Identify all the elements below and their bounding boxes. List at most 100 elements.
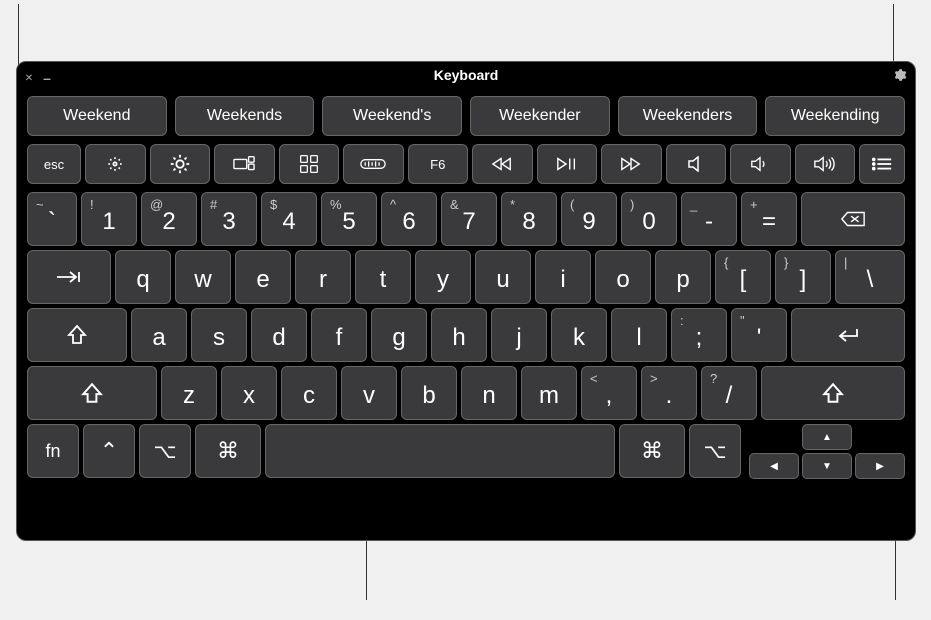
backspace-icon	[840, 210, 866, 228]
list-icon	[871, 156, 893, 172]
digit-1-key[interactable]: !1	[81, 192, 137, 246]
arrow-right-key[interactable]: ▶	[855, 453, 905, 479]
tab-key[interactable]	[27, 250, 111, 304]
option-right-key[interactable]: ⌥	[689, 424, 741, 478]
digit-3-key[interactable]: #3	[201, 192, 257, 246]
bracket-right-key[interactable]: }]	[775, 250, 831, 304]
k-key[interactable]: k	[551, 308, 607, 362]
brightness-down-key[interactable]	[85, 144, 146, 184]
suggestion-item[interactable]: Weekending	[765, 96, 905, 136]
i-key[interactable]: i	[535, 250, 591, 304]
digit-6-key[interactable]: ^6	[381, 192, 437, 246]
digit-4-key[interactable]: $4	[261, 192, 317, 246]
brightness-up-key[interactable]	[150, 144, 211, 184]
shift-left-key[interactable]	[27, 366, 157, 420]
j-key[interactable]: j	[491, 308, 547, 362]
comma-key[interactable]: <,	[581, 366, 637, 420]
n-key[interactable]: n	[461, 366, 517, 420]
dictation-key[interactable]	[343, 144, 404, 184]
t-key[interactable]: t	[355, 250, 411, 304]
d-key[interactable]: d	[251, 308, 307, 362]
digit-2-key[interactable]: @2	[141, 192, 197, 246]
z-key[interactable]: z	[161, 366, 217, 420]
shift-icon	[81, 382, 103, 404]
s-key[interactable]: s	[191, 308, 247, 362]
f6-key[interactable]: F6	[408, 144, 469, 184]
dictation-icon	[360, 156, 386, 172]
q-key[interactable]: q	[115, 250, 171, 304]
option-left-key[interactable]: ⌥	[139, 424, 191, 478]
g-key[interactable]: g	[371, 308, 427, 362]
r-key[interactable]: r	[295, 250, 351, 304]
number-row: ~` !1 @2 #3 $4 %5 ^6 &7 *8 (9 )0 _- +=	[27, 192, 905, 246]
backslash-key[interactable]: |\	[835, 250, 905, 304]
arrow-left-key[interactable]: ◀	[749, 453, 799, 479]
equals-key[interactable]: +=	[741, 192, 797, 246]
bracket-left-key[interactable]: {[	[715, 250, 771, 304]
x-key[interactable]: x	[221, 366, 277, 420]
l-key[interactable]: l	[611, 308, 667, 362]
fast-forward-key[interactable]	[601, 144, 662, 184]
suggestion-item[interactable]: Weekends	[175, 96, 315, 136]
mission-control-key[interactable]	[214, 144, 275, 184]
play-pause-key[interactable]	[537, 144, 598, 184]
fn-key[interactable]: fn	[27, 424, 79, 478]
digit-7-key[interactable]: &7	[441, 192, 497, 246]
backtick-key[interactable]: ~`	[27, 192, 77, 246]
volume-down-key[interactable]	[730, 144, 791, 184]
shift-icon	[822, 382, 844, 404]
backspace-key[interactable]	[801, 192, 905, 246]
shift-right-key[interactable]	[761, 366, 905, 420]
semicolon-key[interactable]: :;	[671, 308, 727, 362]
a-key[interactable]: a	[131, 308, 187, 362]
panel-title: Keyboard	[17, 67, 915, 83]
period-key[interactable]: >.	[641, 366, 697, 420]
arrow-up-key[interactable]: ▲	[802, 424, 852, 450]
digit-0-key[interactable]: )0	[621, 192, 677, 246]
suggestion-item[interactable]: Weekenders	[618, 96, 758, 136]
panel-list-key[interactable]	[859, 144, 905, 184]
tab-icon	[55, 270, 83, 284]
slash-key[interactable]: ?/	[701, 366, 757, 420]
return-key[interactable]	[791, 308, 905, 362]
digit-5-key[interactable]: %5	[321, 192, 377, 246]
launchpad-key[interactable]	[279, 144, 340, 184]
b-key[interactable]: b	[401, 366, 457, 420]
digit-8-key[interactable]: *8	[501, 192, 557, 246]
rewind-key[interactable]	[472, 144, 533, 184]
command-right-key[interactable]: ⌘	[619, 424, 685, 478]
spacebar-key[interactable]	[265, 424, 615, 478]
volume-low-icon	[750, 156, 770, 172]
control-key[interactable]: ⌃	[83, 424, 135, 478]
shift-up-icon	[67, 324, 87, 346]
m-key[interactable]: m	[521, 366, 577, 420]
w-key[interactable]: w	[175, 250, 231, 304]
y-key[interactable]: y	[415, 250, 471, 304]
o-key[interactable]: o	[595, 250, 651, 304]
mute-icon	[687, 156, 705, 172]
suggestion-item[interactable]: Weekend	[27, 96, 167, 136]
u-key[interactable]: u	[475, 250, 531, 304]
caps-lock-key[interactable]	[27, 308, 127, 362]
qwerty-row: q w e r t y u i o p {[ }] |\	[27, 250, 905, 304]
e-key[interactable]: e	[235, 250, 291, 304]
minus-key[interactable]: _-	[681, 192, 737, 246]
arrow-down-key[interactable]: ▼	[802, 453, 852, 479]
return-icon	[835, 326, 861, 344]
p-key[interactable]: p	[655, 250, 711, 304]
suggestion-item[interactable]: Weekend's	[322, 96, 462, 136]
digit-9-key[interactable]: (9	[561, 192, 617, 246]
arrow-left-icon: ◀	[770, 461, 778, 472]
c-key[interactable]: c	[281, 366, 337, 420]
command-left-key[interactable]: ⌘	[195, 424, 261, 478]
gear-icon[interactable]	[893, 68, 907, 82]
esc-key[interactable]: esc	[27, 144, 81, 184]
quote-key[interactable]: "'	[731, 308, 787, 362]
h-key[interactable]: h	[431, 308, 487, 362]
suggestion-item[interactable]: Weekender	[470, 96, 610, 136]
volume-up-key[interactable]	[795, 144, 856, 184]
volume-high-icon	[813, 155, 837, 173]
f-key[interactable]: f	[311, 308, 367, 362]
v-key[interactable]: v	[341, 366, 397, 420]
mute-key[interactable]	[666, 144, 727, 184]
